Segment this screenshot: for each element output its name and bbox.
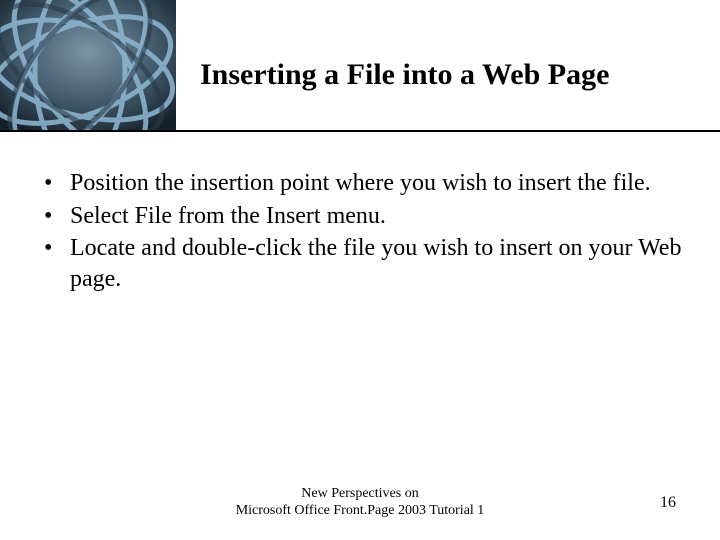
footer-line-1: New Perspectives on <box>0 486 720 503</box>
bullet-item: Locate and double-click the file you wis… <box>36 233 684 294</box>
title-underline <box>0 130 720 132</box>
page-number: 16 <box>660 494 676 512</box>
bullet-item: Select File from the Insert menu. <box>36 201 684 232</box>
decorative-sphere-image <box>0 0 176 130</box>
slide-header: Inserting a File into a Web Page <box>0 0 720 130</box>
bullet-list: Position the insertion point where you w… <box>36 168 684 295</box>
sphere-graphic-icon <box>0 0 176 130</box>
bullet-item: Position the insertion point where you w… <box>36 168 684 199</box>
slide-body: Position the insertion point where you w… <box>36 168 684 297</box>
slide-title: Inserting a File into a Web Page <box>200 58 609 92</box>
footer-line-2: Microsoft Office Front.Page 2003 Tutoria… <box>0 503 720 520</box>
slide-footer: New Perspectives on Microsoft Office Fro… <box>0 486 720 520</box>
